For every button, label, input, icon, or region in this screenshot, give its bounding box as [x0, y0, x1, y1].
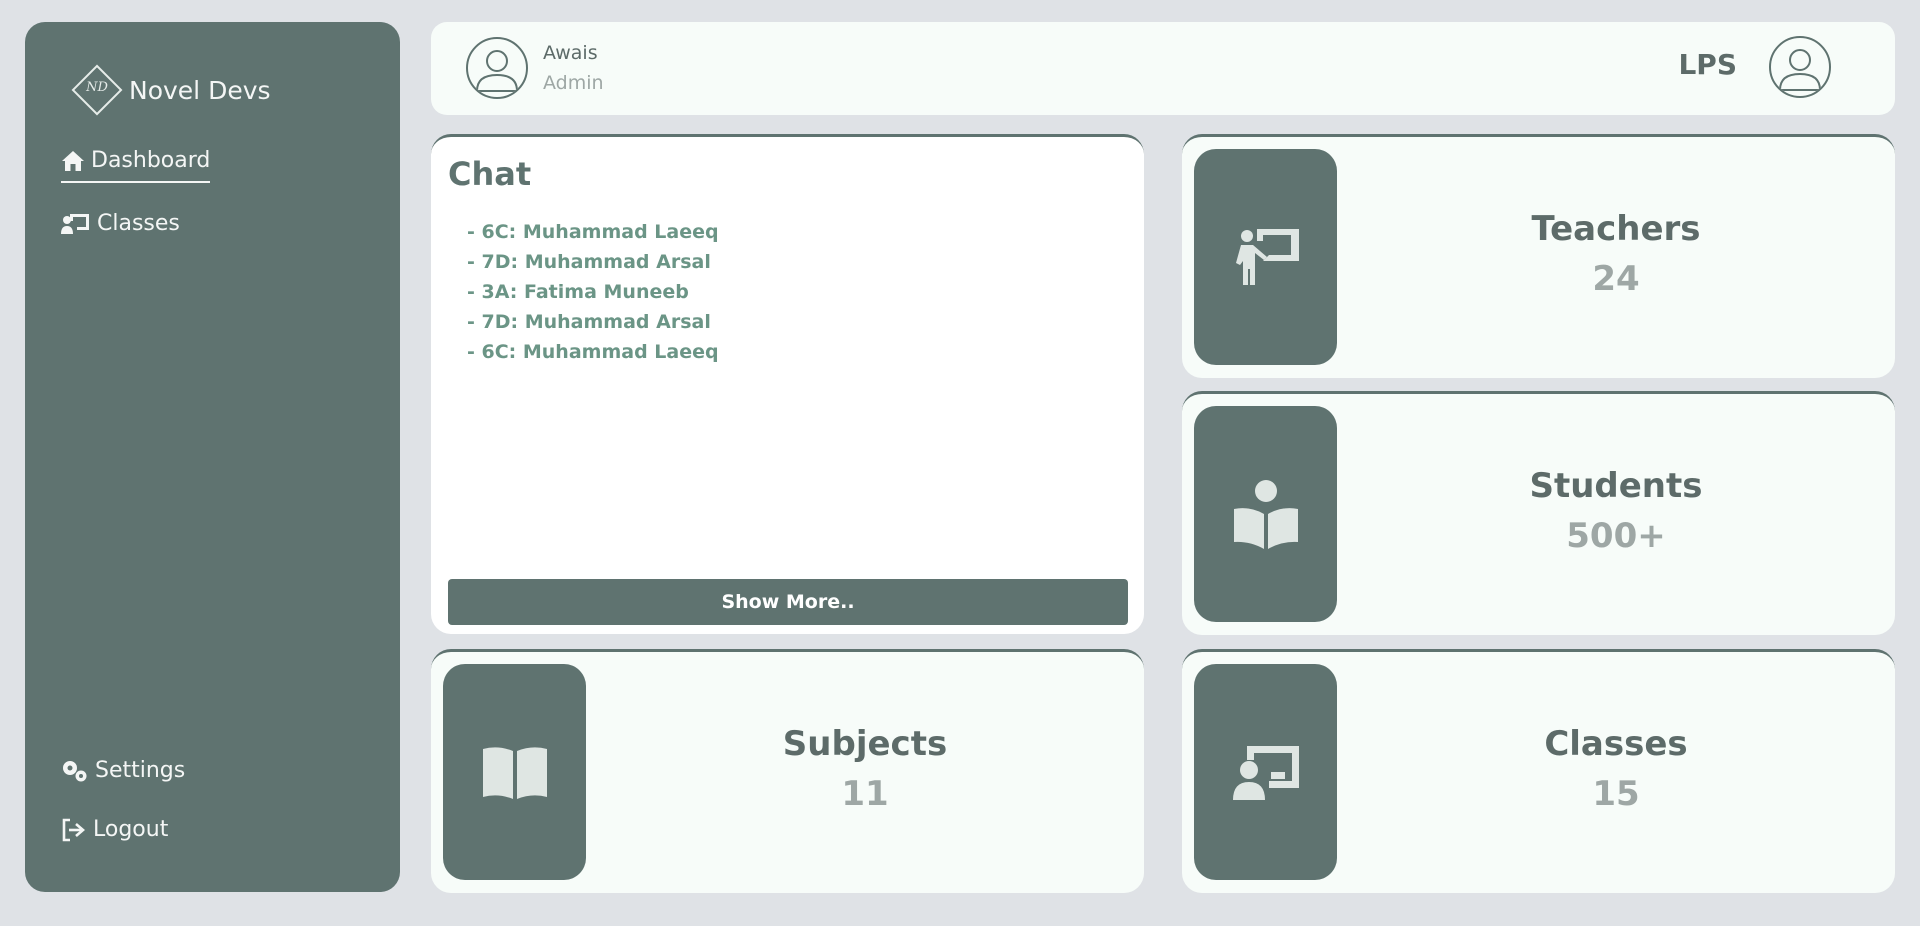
stat-value: 11: [841, 774, 889, 814]
classes-icon-tile: [1194, 664, 1337, 880]
home-icon: [62, 150, 84, 171]
chat-message[interactable]: - 3A: Fatima Muneeb: [467, 277, 719, 307]
stat-label: Classes: [1544, 724, 1688, 764]
book-reader-icon: [1233, 480, 1298, 549]
subjects-stat: Subjects 11: [586, 724, 1144, 814]
students-card[interactable]: Students 500+: [1182, 391, 1895, 635]
stat-label: Teachers: [1531, 209, 1701, 249]
chat-message[interactable]: - 7D: Muhammad Arsal: [467, 307, 719, 337]
students-icon-tile: [1194, 406, 1337, 622]
classes-stat: Classes 15: [1337, 724, 1895, 814]
stat-label: Students: [1529, 466, 1703, 506]
teachers-card[interactable]: Teachers 24: [1182, 134, 1895, 378]
user-name: Awais: [543, 42, 598, 64]
chat-title: Chat: [448, 155, 532, 193]
user-role: Admin: [543, 72, 604, 94]
students-stat: Students 500+: [1337, 466, 1895, 556]
teachers-stat: Teachers 24: [1337, 209, 1895, 299]
sidebar-item-settings[interactable]: Settings: [61, 758, 185, 783]
subjects-icon-tile: [443, 664, 586, 880]
sidebar-item-dashboard[interactable]: Dashboard: [61, 148, 211, 183]
sidebar-item-label: Settings: [95, 758, 186, 783]
sidebar-item-classes[interactable]: Classes: [61, 211, 180, 236]
school-name: LPS: [1678, 48, 1737, 81]
brand-name: Novel Devs: [129, 75, 271, 105]
chat-message[interactable]: - 6C: Muhammad Laeeq: [467, 217, 719, 247]
chalkboard-user-icon: [1232, 746, 1299, 800]
brand-logo-icon: ND: [69, 62, 125, 118]
profile-avatar-icon[interactable]: [1769, 36, 1831, 98]
person-chalkboard-icon: [1235, 229, 1299, 285]
chat-message[interactable]: - 7D: Muhammad Arsal: [467, 247, 719, 277]
stat-value: 15: [1592, 774, 1640, 814]
logout-icon: [62, 818, 85, 841]
stat-value: 500+: [1566, 516, 1666, 556]
subjects-card[interactable]: Subjects 11: [431, 649, 1144, 893]
open-book-icon: [482, 747, 547, 799]
classes-card[interactable]: Classes 15: [1182, 649, 1895, 893]
sidebar-item-label: Logout: [93, 817, 169, 842]
show-more-button[interactable]: Show More..: [448, 579, 1128, 625]
stat-value: 24: [1592, 259, 1640, 299]
user-avatar-icon[interactable]: [466, 37, 528, 99]
chalkboard-teacher-icon: [61, 213, 89, 234]
brand[interactable]: ND Novel Devs: [69, 62, 271, 118]
chat-list: - 6C: Muhammad Laeeq - 7D: Muhammad Arsa…: [467, 217, 719, 367]
sidebar-item-logout[interactable]: Logout: [61, 817, 168, 842]
teachers-icon-tile: [1194, 149, 1337, 365]
chat-card: Chat - 6C: Muhammad Laeeq - 7D: Muhammad…: [431, 134, 1144, 634]
chat-message[interactable]: - 6C: Muhammad Laeeq: [467, 337, 719, 367]
sidebar-item-label: Classes: [97, 211, 180, 236]
gears-icon: [63, 760, 87, 781]
sidebar-item-label: Dashboard: [91, 148, 211, 173]
sidebar: ND Novel Devs Dashboard Classes Settings: [25, 22, 400, 892]
stat-label: Subjects: [782, 724, 948, 764]
top-bar: Awais Admin LPS: [431, 22, 1895, 115]
